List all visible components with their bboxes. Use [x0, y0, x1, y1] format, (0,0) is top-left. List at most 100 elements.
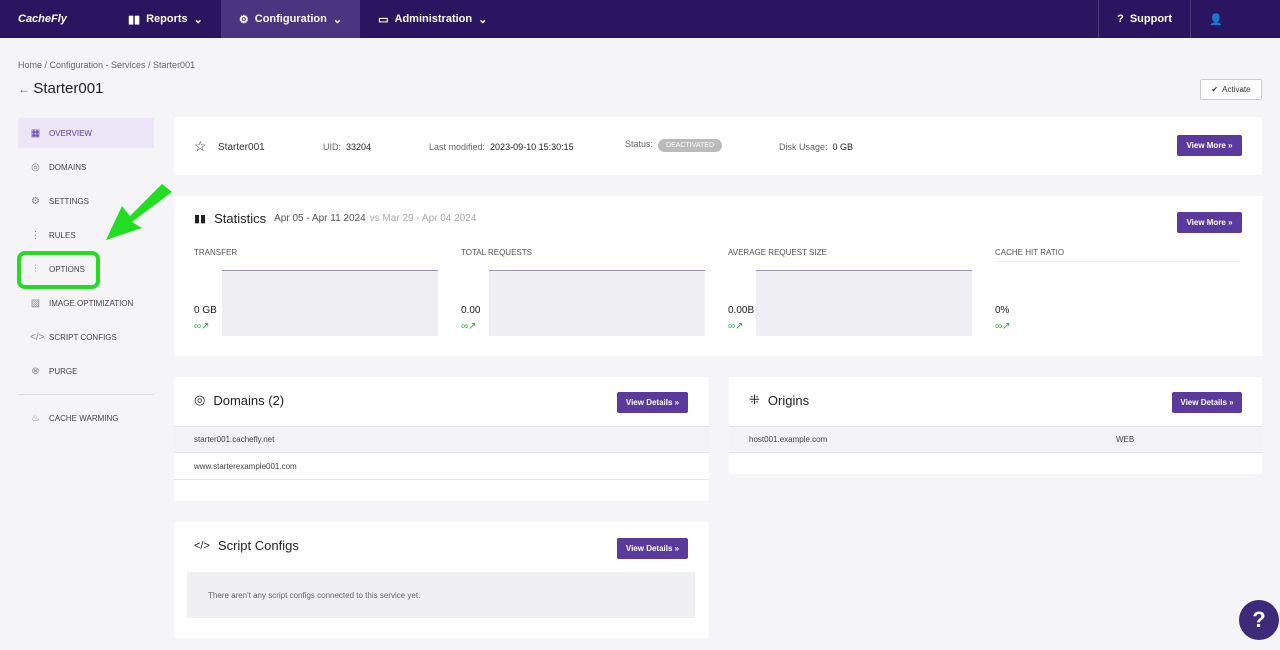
- stat-total-requests: TOTAL REQUESTS 0.00 ∞↗: [461, 248, 706, 336]
- sparkline: [756, 270, 972, 336]
- statistics-title: Statistics: [214, 211, 267, 226]
- stat-label: TOTAL REQUESTS: [461, 248, 532, 257]
- stat-value: 0%: [995, 305, 1010, 316]
- flame-icon: ♨: [31, 412, 40, 424]
- stat-cache-hit-ratio: CACHE HIT RATIO 0% ∞↗: [995, 248, 1240, 332]
- activate-button[interactable]: ✔ Activate: [1200, 79, 1262, 100]
- sidebar-item-cache-warming[interactable]: ♨ CACHE WARMING: [18, 403, 154, 433]
- origins-header: ⁜ Origins: [749, 392, 809, 408]
- scripts-view-details-button[interactable]: View Details »: [617, 538, 688, 559]
- nav-configuration[interactable]: ⚙ Configuration ⌄: [220, 0, 361, 38]
- cachefly-logo[interactable]: CacheFly: [0, 13, 110, 25]
- rules-icon: ⋮: [30, 229, 41, 241]
- uid-label: UID:: [323, 142, 341, 152]
- sidebar-item-script-configs[interactable]: </> SCRIPT CONFIGS: [18, 322, 154, 352]
- last-modified: Last modified: 2023-09-10 15:30:15: [429, 142, 574, 152]
- sidebar-label: CACHE WARMING: [49, 413, 119, 423]
- breadcrumb: Home / Configuration - Services / Starte…: [18, 60, 196, 70]
- favorite-star-icon[interactable]: ☆: [194, 138, 207, 155]
- modified-label: Last modified:: [429, 142, 486, 152]
- nav-label: Support: [1129, 13, 1172, 25]
- sidebar-item-overview[interactable]: ▦ OVERVIEW: [18, 118, 154, 148]
- service-name: Starter001: [218, 142, 265, 153]
- stat-label: CACHE HIT RATIO: [995, 248, 1065, 257]
- code-icon: </>: [194, 539, 210, 552]
- check-icon: ✔: [1211, 85, 1219, 94]
- uid-value: 33204: [346, 142, 372, 152]
- green-arrow-annotation: [106, 184, 172, 240]
- chart-icon: ▮▮: [128, 13, 141, 26]
- globe-icon: ◎: [31, 161, 40, 173]
- stat-transfer: TRANSFER 0 GB ∞↗: [194, 248, 439, 336]
- network-icon: ⁜: [749, 392, 760, 407]
- code-icon: </>: [30, 331, 45, 343]
- origins-title: Origins: [767, 392, 810, 408]
- sidebar-item-domains[interactable]: ◎ DOMAINS: [18, 152, 154, 182]
- top-nav: CacheFly ▮▮ Reports ⌄ ⚙ Configuration ⌄ ▭ Adm…: [0, 0, 1280, 38]
- uid: UID: 33204: [323, 142, 371, 152]
- status: Status: DEACTIVATED: [625, 139, 722, 152]
- user-menu[interactable]: 👤: [1190, 0, 1280, 38]
- disk-value: 0 GB: [832, 142, 854, 152]
- origins-view-details-button[interactable]: View Details »: [1172, 392, 1242, 413]
- help-icon: ?: [1117, 13, 1124, 25]
- nav-label: Administration: [394, 13, 473, 25]
- script-configs-card: </> Script Configs View Details » There a…: [174, 522, 709, 638]
- disk-label: Disk Usage:: [779, 142, 828, 152]
- sidebar-item-purge[interactable]: ⊗ PURGE: [18, 356, 154, 386]
- view-more-button[interactable]: View More »: [1177, 135, 1242, 156]
- origin-row: host001.example.com WEB: [729, 426, 1262, 453]
- script-configs-title: Script Configs: [217, 538, 299, 553]
- chevron-down-icon: ⌄: [193, 13, 203, 26]
- sidebar-label: PURGE: [49, 366, 78, 376]
- sparkline: [489, 270, 705, 336]
- origin-type: WEB: [1116, 435, 1135, 444]
- overview-icon: ▦: [30, 127, 41, 139]
- sidebar-label: RULES: [49, 230, 76, 240]
- domains-view-details-button[interactable]: View Details »: [617, 392, 688, 413]
- nav-support[interactable]: ? Support: [1098, 0, 1190, 38]
- chevron-down-icon: ⌄: [332, 13, 343, 26]
- activate-label: Activate: [1222, 85, 1251, 94]
- statistics-view-more-button[interactable]: View More »: [1177, 212, 1242, 233]
- image-icon: ▨: [30, 297, 41, 309]
- sidebar-item-image-optimization[interactable]: ▨ IMAGE OPTIMIZATION: [18, 288, 154, 318]
- stat-value: 0.00B: [728, 305, 755, 316]
- disk-usage: Disk Usage: 0 GB: [779, 142, 853, 152]
- compare-range: vs Mar 29 - Apr 04 2024: [369, 213, 477, 224]
- page-title: ← Starter001: [18, 80, 103, 97]
- domains-header: ◎ Domains (2): [194, 392, 284, 408]
- origins-card: ⁜ Origins View Details » host001.example.…: [729, 377, 1262, 474]
- question-icon: ?: [1252, 607, 1266, 632]
- domain-row: www.starterexample001.com: [174, 453, 709, 480]
- divider: [18, 394, 154, 395]
- nav-administration[interactable]: ▭ Administration ⌄: [360, 0, 505, 38]
- sidebar-label: SCRIPT CONFIGS: [49, 332, 117, 342]
- nav-reports[interactable]: ▮▮ Reports ⌄: [110, 0, 221, 38]
- back-arrow-icon[interactable]: ←: [18, 82, 33, 96]
- sparkline: [222, 270, 438, 336]
- help-button[interactable]: ?: [1239, 600, 1279, 640]
- gear-icon: ⚙: [238, 13, 249, 26]
- chart-icon: ▮▮: [194, 213, 207, 225]
- chevron-down-icon: ⌄: [478, 13, 488, 26]
- domains-card: ◎ Domains (2) View Details » starter001.c…: [174, 377, 709, 501]
- domains-title: Domains (2): [213, 392, 285, 408]
- gear-icon: ⚙: [31, 195, 40, 207]
- sidebar-label: SETTINGS: [49, 196, 90, 206]
- user-icon: 👤: [1209, 13, 1223, 26]
- stat-value: 0.00: [461, 305, 481, 316]
- trend-up-icon: ∞↗: [461, 321, 477, 332]
- stat-label: TRANSFER: [194, 248, 238, 257]
- status-label: Status:: [625, 139, 654, 149]
- nav-label: Reports: [146, 13, 188, 25]
- highlight-box: [17, 251, 100, 289]
- trend-up-icon: ∞↗: [194, 321, 210, 332]
- domain-row: starter001.cachefly.net: [174, 426, 709, 453]
- page-title-text: Starter001: [33, 80, 104, 97]
- statistics-card: ▮▮ Statistics Apr 05 - Apr 11 2024 vs Mar 2…: [174, 196, 1262, 356]
- sidebar-label: OVERVIEW: [49, 128, 92, 138]
- status-badge: DEACTIVATED: [658, 139, 722, 152]
- script-configs-header: </> Script Configs: [194, 538, 299, 553]
- date-range: Apr 05 - Apr 11 2024: [274, 213, 366, 224]
